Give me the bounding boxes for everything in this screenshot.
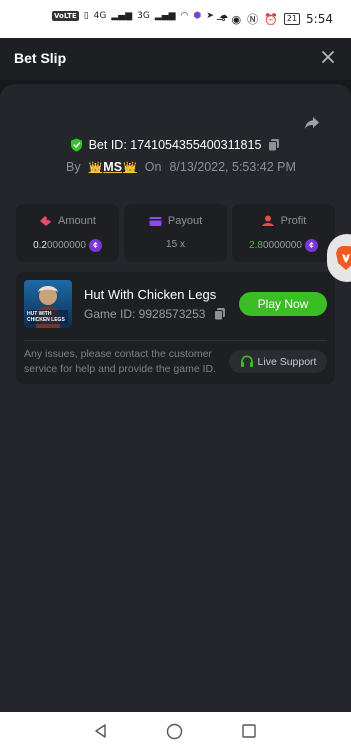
network-3g: 3G [137, 11, 150, 21]
header: Bet Slip [0, 38, 351, 80]
payout-icon [149, 216, 162, 226]
payout-label-row: Payout [124, 215, 227, 227]
status-left: VoLTE ▯ 4G ▂▄▆ 3G ▂▄▆ ◠ ⬢ ➤ ☁ [52, 11, 228, 21]
payout-value: 15 x [166, 239, 185, 250]
payout-label: Payout [167, 215, 203, 227]
bet-meta-row: By 👑 MS 👑 On 8/13/2022, 5:53:42 PM [66, 160, 296, 174]
profit-value-row: 2.80000000 ¢ [232, 239, 335, 252]
status-right: ⊸ ◉ Ⓝ ⏰ 21 5:54 [216, 11, 333, 27]
signal-icon-2: ▂▄▆ [154, 11, 176, 21]
payout-stat: Payout 15 x [124, 204, 227, 262]
on-label: On [144, 160, 162, 174]
crown-icon-right: 👑 [123, 161, 137, 174]
clock: 5:54 [306, 12, 333, 26]
bet-slip-sheet: Bet ID: 1741054355400311815 By 👑 MS 👑 On… [0, 84, 351, 714]
profit-value-rest: 0000000 [262, 240, 302, 251]
battery-icon: 21 [283, 13, 301, 25]
recent-apps-icon[interactable] [241, 723, 257, 739]
profit-icon [261, 215, 274, 226]
username: MS [103, 160, 123, 174]
home-icon[interactable] [166, 723, 183, 740]
amount-label-row: Amount [16, 215, 119, 227]
headset-icon [240, 355, 253, 367]
close-icon[interactable] [319, 48, 337, 66]
game-name: Hut With Chicken Legs [84, 287, 217, 302]
status-bar: VoLTE ▯ 4G ▂▄▆ 3G ▂▄▆ ◠ ⬢ ➤ ☁ ⊸ ◉ Ⓝ ⏰ 21… [0, 0, 351, 38]
bet-stats: Amount 0.20000000 ¢ Payout 15 x Profit 2… [16, 204, 335, 262]
profit-label-row: Profit [232, 215, 335, 227]
card-divider [24, 340, 327, 341]
coin-icon: ¢ [88, 239, 102, 252]
coin-icon: ¢ [304, 239, 318, 252]
support-note: Any issues, please contact the customer … [24, 348, 217, 375]
copy-icon[interactable] [267, 138, 281, 152]
brave-lion-icon [336, 246, 351, 270]
thumb-title-2: CHICKEN LEGS [27, 317, 65, 323]
wifi-icon: ◠ [180, 11, 189, 21]
share-icon[interactable] [303, 114, 321, 132]
profit-value-main: 2.8 [249, 240, 263, 251]
verified-shield-icon [70, 138, 82, 152]
username-link[interactable]: 👑 MS 👑 [89, 160, 137, 174]
by-label: By [66, 160, 81, 174]
amount-value-row: 0.20000000 ¢ [16, 239, 119, 252]
game-card: HUT WITH CHICKEN LEGS Hut With Chicken L… [16, 272, 335, 384]
volte-badge: VoLTE [52, 11, 79, 21]
profit-stat: Profit 2.80000000 ¢ [232, 204, 335, 262]
game-thumbnail[interactable]: HUT WITH CHICKEN LEGS [24, 280, 72, 328]
sim-icon: ▯ [83, 11, 89, 21]
back-icon[interactable] [93, 723, 109, 739]
alarm-icon: ⏰ [264, 12, 278, 26]
amount-value-main: 0.2 [33, 240, 47, 251]
game-id: Game ID: 9928573253 [84, 307, 206, 321]
game-id-row: Game ID: 9928573253 [84, 307, 227, 321]
profit-label: Profit [280, 215, 307, 227]
crown-icon: 👑 [88, 161, 103, 174]
system-nav-bar [0, 712, 351, 750]
bet-datetime: 8/13/2022, 5:53:42 PM [169, 160, 296, 174]
key-icon: ⊸ [216, 12, 226, 26]
amount-stat: Amount 0.20000000 ¢ [16, 204, 119, 262]
bet-id: Bet ID: 1741054355400311815 [88, 138, 262, 152]
telegram-icon: ➤ [206, 11, 214, 21]
payout-value-row: 15 x [124, 239, 227, 250]
play-now-button[interactable]: Play Now [239, 292, 327, 316]
bet-id-row: Bet ID: 1741054355400311815 [0, 138, 351, 152]
amount-label: Amount [58, 215, 96, 227]
amount-icon [40, 216, 52, 226]
network-4g: 4G [93, 11, 107, 21]
amount-value-rest: 0000000 [46, 240, 86, 251]
live-support-label: Live Support [257, 355, 317, 368]
live-support-button[interactable]: Live Support [229, 350, 327, 373]
nfc-icon: Ⓝ [247, 13, 259, 26]
copy-icon[interactable] [213, 307, 227, 321]
shield-status-icon: ⬢ [193, 11, 202, 21]
eye-icon: ◉ [231, 12, 242, 26]
page-title: Bet Slip [14, 50, 67, 66]
signal-icon: ▂▄▆ [111, 11, 133, 21]
